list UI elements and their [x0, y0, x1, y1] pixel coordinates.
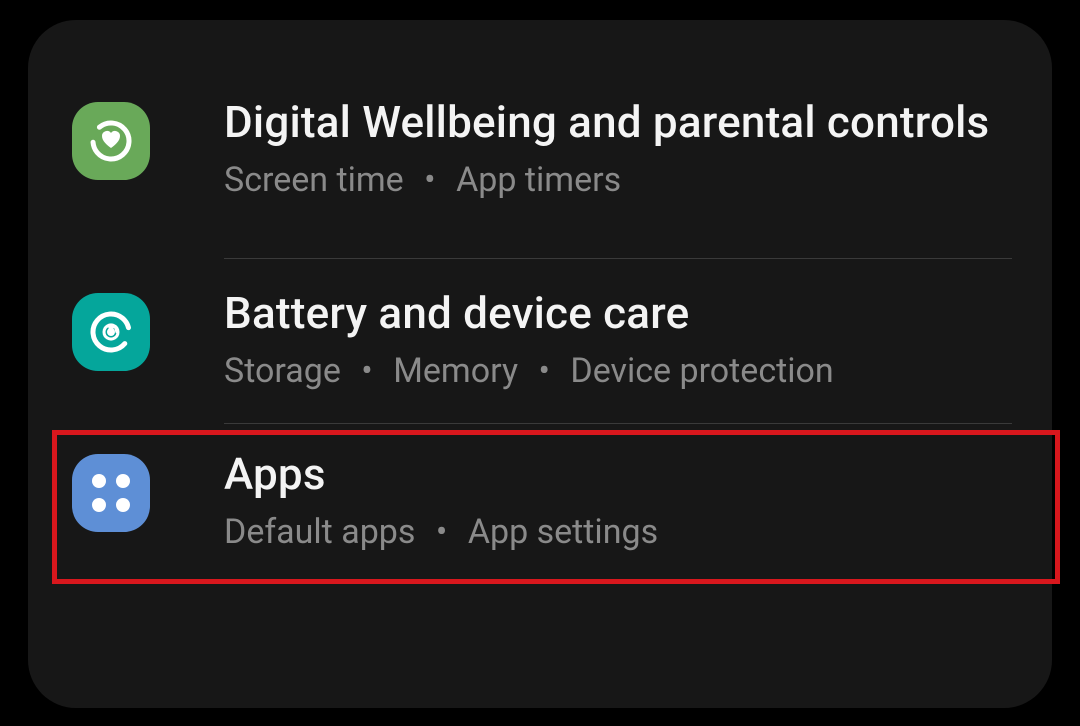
settings-item-texts: Apps Default apps • App settings [164, 448, 1012, 554]
separator-dot: • [424, 510, 459, 554]
settings-item-subtitle: Storage • Memory • Device protection [224, 349, 1012, 393]
subtitle-part: App timers [456, 160, 621, 200]
settings-item-apps[interactable]: Apps Default apps • App settings [28, 424, 1052, 578]
device-care-icon [72, 293, 150, 371]
subtitle-part: Screen time [224, 160, 404, 200]
separator-dot: • [349, 349, 384, 393]
subtitle-part: App settings [468, 512, 658, 552]
settings-item-battery-device-care[interactable]: Battery and device care Storage • Memory… [28, 259, 1052, 423]
settings-item-digital-wellbeing[interactable]: Digital Wellbeing and parental controls … [28, 68, 1052, 258]
icon-wrap [72, 287, 164, 371]
settings-item-texts: Digital Wellbeing and parental controls … [164, 96, 1012, 202]
subtitle-part: Device protection [570, 351, 833, 391]
settings-item-title: Digital Wellbeing and parental controls [224, 96, 1012, 150]
subtitle-part: Memory [393, 351, 518, 391]
settings-item-subtitle: Default apps • App settings [224, 510, 1012, 554]
separator-dot: • [412, 158, 447, 202]
settings-item-texts: Battery and device care Storage • Memory… [164, 287, 1012, 393]
settings-item-subtitle: Screen time • App timers [224, 158, 1012, 202]
apps-icon [72, 454, 150, 532]
settings-item-title: Battery and device care [224, 287, 1012, 341]
settings-item-title: Apps [224, 448, 1012, 502]
separator-dot: • [526, 349, 561, 393]
icon-wrap [72, 448, 164, 532]
subtitle-part: Storage [224, 351, 341, 391]
subtitle-part: Default apps [224, 512, 415, 552]
icon-wrap [72, 96, 164, 180]
wellbeing-icon [72, 102, 150, 180]
settings-panel: Digital Wellbeing and parental controls … [28, 20, 1052, 708]
